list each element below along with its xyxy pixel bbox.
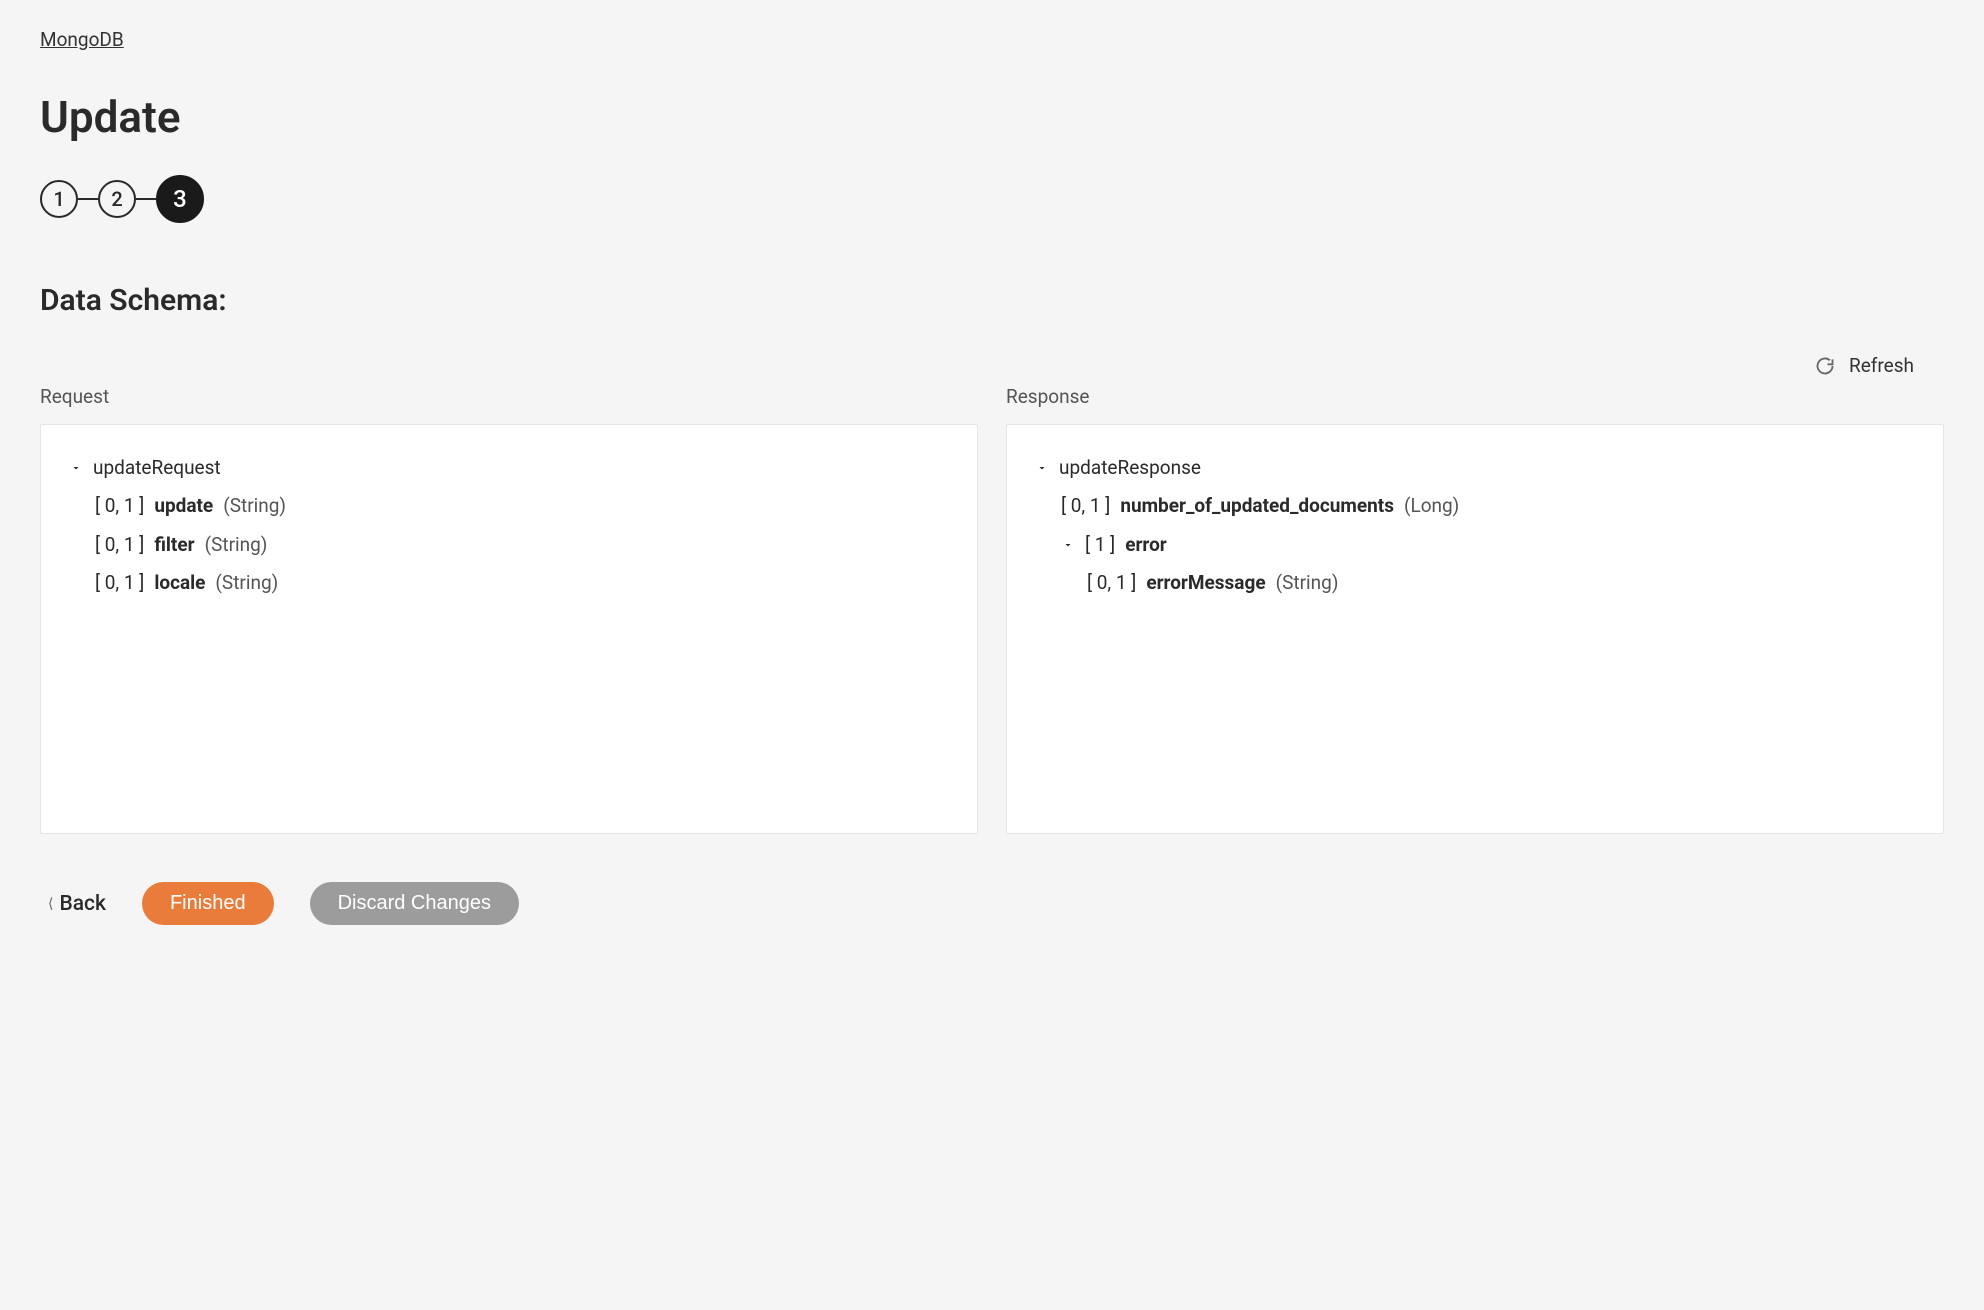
footer-actions: ⟨ Back Finished Discard Changes [40,882,1944,925]
chevron-down-icon [1061,538,1075,552]
section-heading: Data Schema: [40,283,1944,318]
response-nested-node[interactable]: [ 1 ] error [1061,526,1915,564]
request-field[interactable]: [ 0, 1 ] update (String) [95,487,949,525]
field-type: (Long) [1404,490,1459,522]
step-connector [78,198,98,200]
request-root-name: updateRequest [93,452,221,484]
field-cardinality: [ 0, 1 ] [95,529,144,561]
field-cardinality: [ 0, 1 ] [1087,567,1136,599]
chevron-down-icon [1035,461,1049,475]
back-button[interactable]: ⟨ Back [48,892,106,916]
field-cardinality: [ 1 ] [1085,529,1115,561]
field-name: locale [154,567,205,599]
breadcrumb-link[interactable]: MongoDB [40,28,124,51]
field-type: (String) [223,490,286,522]
request-panel: updateRequest [ 0, 1 ] update (String) [… [40,424,978,834]
field-cardinality: [ 0, 1 ] [95,567,144,599]
refresh-icon [1815,356,1835,376]
step-1[interactable]: 1 [40,180,78,218]
response-panel: updateResponse [ 0, 1 ] number_of_update… [1006,424,1944,834]
back-label: Back [59,892,106,916]
response-root-name: updateResponse [1059,452,1201,484]
chevron-left-icon: ⟨ [48,896,53,912]
refresh-button[interactable]: Refresh [1815,354,1914,377]
request-root-node[interactable]: updateRequest [69,449,949,487]
response-field[interactable]: [ 0, 1 ] number_of_updated_documents (Lo… [1061,487,1915,525]
field-cardinality: [ 0, 1 ] [1061,490,1110,522]
step-3[interactable]: 3 [156,175,204,223]
step-connector [136,198,156,200]
response-root-node[interactable]: updateResponse [1035,449,1915,487]
field-name: update [154,490,213,522]
finished-button[interactable]: Finished [142,882,274,925]
refresh-label: Refresh [1849,354,1914,377]
field-name: errorMessage [1146,567,1265,599]
field-type: (String) [205,529,268,561]
field-cardinality: [ 0, 1 ] [95,490,144,522]
response-nested-field[interactable]: [ 0, 1 ] errorMessage (String) [1087,564,1915,602]
step-2[interactable]: 2 [98,180,136,218]
field-type: (String) [1276,567,1339,599]
field-name: filter [154,529,194,561]
request-field[interactable]: [ 0, 1 ] locale (String) [95,564,949,602]
response-label: Response [1006,385,1944,408]
request-column: Request updateRequest [ 0, 1 ] update (S… [40,385,978,834]
response-column: Response updateResponse [ 0, 1 ] number_… [1006,385,1944,834]
request-field[interactable]: [ 0, 1 ] filter (String) [95,526,949,564]
request-label: Request [40,385,978,408]
page-title: Update [40,91,1944,143]
chevron-down-icon [69,461,83,475]
field-name: number_of_updated_documents [1120,490,1394,522]
field-type: (String) [215,567,278,599]
discard-changes-button[interactable]: Discard Changes [310,882,519,925]
wizard-stepper: 1 2 3 [40,175,1944,223]
field-name: error [1125,529,1167,561]
